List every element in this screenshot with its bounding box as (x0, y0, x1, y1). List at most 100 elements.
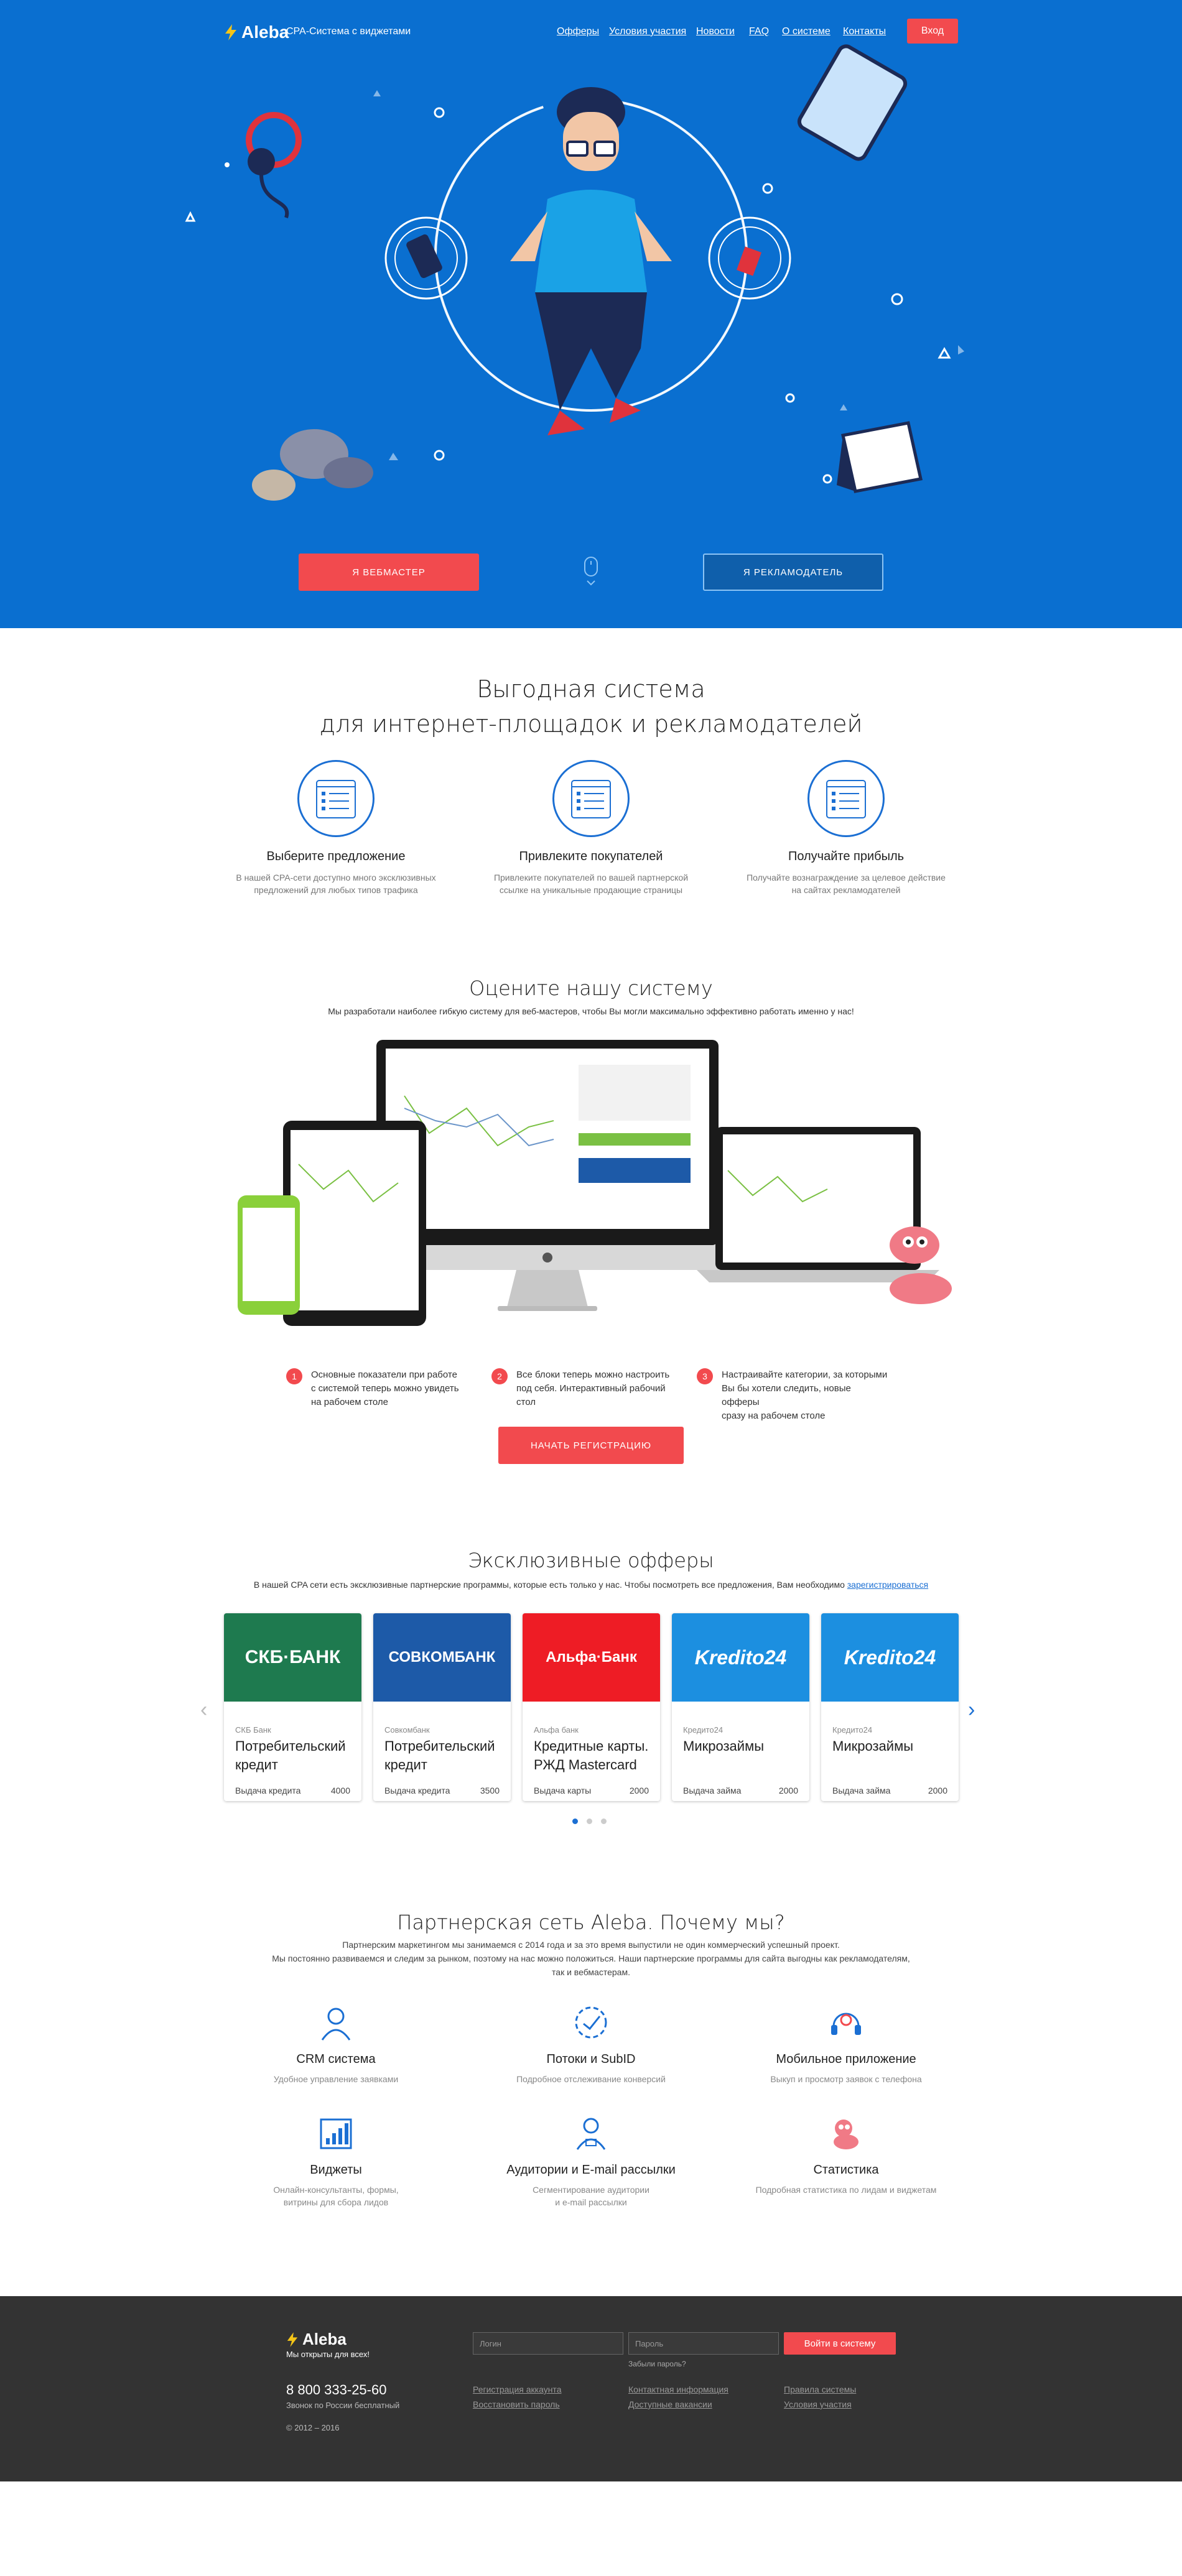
why-item-stats: Статистика Подробная статистика по лидам… (734, 2108, 958, 2196)
offer-bank: Кредито24 (683, 1725, 724, 1735)
logo[interactable]: Aleba (224, 22, 289, 42)
forgot-password-link[interactable]: Забыли пароль? (628, 2360, 686, 2368)
offer-card[interactable]: СКБ·БАНК СКБ Банк Потребительский кредит … (224, 1613, 361, 1801)
offer-banner: Kredito24 (821, 1613, 959, 1702)
offer-payout: Выдача кредита 4000 (235, 1786, 350, 1795)
why-item-desc: Удобное управление заявками (273, 2074, 399, 2084)
offer-name: Микрозаймы (683, 1738, 765, 1754)
nav-link-faq[interactable]: FAQ (749, 26, 769, 37)
offer-name: Микрозаймы (832, 1738, 914, 1754)
step-number: 1 (286, 1368, 302, 1384)
footer-link-terms[interactable]: Условия участия (784, 2399, 852, 2409)
checklist-icon (807, 760, 885, 837)
carousel-next-arrow[interactable]: › (968, 1698, 975, 1722)
benefit-desc: Получайте вознаграждение за целевое дейс… (747, 873, 946, 895)
feature-step-2: 2 Все блоки теперь можно настроить под се… (491, 1368, 684, 1409)
why-item-title: Потоки и SubID (546, 2052, 636, 2066)
nav-link-terms[interactable]: Условия участия (609, 26, 686, 37)
offer-banner: СОВКОМБАНК (373, 1613, 511, 1702)
feature-step-1: 1 Основные показатели при работе с систем… (286, 1368, 479, 1409)
offer-card[interactable]: Kredito24 Кредито24 Микрозаймы Выдача за… (672, 1613, 809, 1801)
footer-login-button[interactable]: Войти в систему (784, 2332, 896, 2355)
offer-payout: Выдача кредита 3500 (384, 1786, 500, 1795)
top-navbar: Aleba CPA-Система с виджетами Офферы Усл… (0, 0, 1182, 62)
nav-link-about[interactable]: О системе (782, 26, 831, 37)
why-item-mobile: Мобильное приложение Выкуп и просмотр за… (734, 1998, 958, 2085)
step-number: 3 (697, 1368, 713, 1384)
step-text: Настраивайте категории, за которыми Вы бы… (722, 1369, 888, 1421)
offer-card[interactable]: СОВКОМБАНК Совкомбанк Потребительский кре… (373, 1613, 511, 1801)
offer-name: Потребительский кредит (384, 1738, 495, 1772)
bolt-icon (287, 2332, 298, 2347)
why-item-title: Аудитории и E-mail рассылки (506, 2163, 676, 2177)
why-item-title: Виджеты (310, 2163, 362, 2177)
offers-title: Эксклюзивные офферы (468, 1549, 714, 1572)
carousel-dot[interactable] (572, 1818, 578, 1824)
footer-link-restore[interactable]: Восстановить пароль (473, 2399, 560, 2409)
why-item-audience: Аудитории и E-mail рассылки Сегментирова… (479, 2108, 703, 2208)
start-registration-button[interactable]: НАЧАТЬ РЕГИСТРАЦИЮ (498, 1427, 684, 1464)
register-link[interactable]: зарегистрироваться (847, 1580, 928, 1590)
step-text: Все блоки теперь можно настроить под себя… (516, 1369, 670, 1407)
tagline: CPA-Система с виджетами (286, 26, 411, 37)
evaluate-subtitle: Мы разработали наиболее гибкую систему д… (328, 1006, 854, 1016)
checklist-icon (552, 760, 630, 837)
headset-icon (831, 2013, 861, 2035)
why-item-title: Статистика (813, 2163, 879, 2177)
footer-link-vacancies[interactable]: Доступные вакансии (628, 2399, 712, 2409)
bolt-icon (225, 24, 236, 40)
nav-link-offers[interactable]: Офферы (557, 26, 599, 37)
flow-icon (575, 2006, 607, 2039)
benefit-title: Привлеките покупателей (519, 850, 663, 863)
carousel-dot[interactable] (601, 1818, 607, 1824)
offer-banner: СКБ·БАНК (224, 1613, 361, 1702)
benefit-desc: В нашей CPA-сети доступно много эксклюзи… (236, 873, 436, 895)
why-title: Партнерская сеть Aleba. Почему мы? (397, 1911, 785, 1934)
carousel-prev-arrow[interactable]: ‹ (200, 1698, 207, 1722)
footer-link-contacts[interactable]: Контактная информация (628, 2384, 728, 2394)
why-item-desc: Подробная статистика по лидам и виджетам (755, 2185, 937, 2195)
footer-phone[interactable]: 8 800 333-25-60 (286, 2382, 386, 2398)
hero-illustration (185, 44, 964, 501)
footer-logo[interactable]: Aleba (286, 2330, 347, 2349)
why-item-crm: CRM система Удобное управление заявками (224, 1998, 448, 2085)
widget-icon (320, 2118, 352, 2149)
footer (0, 2296, 1182, 2481)
offer-bank: СКБ Банк (235, 1725, 271, 1735)
benefit-title: Выберите предложение (266, 850, 406, 863)
benefit-item-offer: Выберите предложение В нашей CPA-сети до… (224, 760, 448, 896)
offers-subtitle: В нашей CPA сети есть эксклюзивные партн… (253, 1580, 929, 1590)
password-input[interactable]: Пароль (628, 2332, 779, 2355)
footer-slogan: Мы открыты для всех! (286, 2350, 370, 2359)
why-item-desc: Онлайн-консультанты, формы, витрины для с… (273, 2185, 399, 2207)
nav-link-news[interactable]: Новости (696, 26, 735, 37)
step-number: 2 (491, 1368, 508, 1384)
offer-banner: Альфа·Банк (523, 1613, 660, 1702)
login-input[interactable]: Логин (473, 2332, 623, 2355)
why-item-desc: Выкуп и просмотр заявок с телефона (770, 2074, 922, 2084)
checklist-icon (297, 760, 375, 837)
devices-mockup-image (238, 1040, 952, 1326)
why-item-widgets: Виджеты Онлайн-консультанты, формы, витри… (224, 2108, 448, 2208)
offer-card[interactable]: Альфа·Банк Альфа банк Кредитные карты. РЖ… (523, 1613, 660, 1801)
why-item-desc: Подробное отслеживание конверсий (516, 2074, 666, 2084)
carousel-dot[interactable] (587, 1818, 592, 1824)
login-button[interactable]: Вход (907, 19, 958, 44)
webmaster-button[interactable]: Я ВЕБМАСТЕР (299, 554, 479, 591)
why-item-desc: Сегментирование аудитории и e-mail рассыл… (533, 2185, 649, 2207)
benefit-title: Получайте прибыль (788, 850, 905, 863)
nav-link-contacts[interactable]: Контакты (843, 26, 886, 37)
offer-bank: Кредито24 (832, 1725, 873, 1735)
mouse-scroll-icon[interactable] (582, 556, 600, 587)
footer-link-register[interactable]: Регистрация аккаунта (473, 2384, 561, 2394)
footer-link-rules[interactable]: Правила системы (784, 2384, 856, 2394)
offer-card[interactable]: Kredito24 Кредито24 Микрозаймы Выдача за… (821, 1613, 959, 1801)
logo-text: Aleba (241, 22, 289, 42)
offer-bank: Альфа банк (534, 1725, 579, 1735)
offer-payout: Выдача займа 2000 (832, 1786, 947, 1795)
why-description: Партнерским маркетингом мы занимаемся с … (272, 1940, 910, 1977)
audience-icon (576, 2118, 606, 2150)
hero-section: Aleba CPA-Система с виджетами Офферы Усл… (0, 0, 1182, 628)
advertiser-button[interactable]: Я РЕКЛАМОДАТЕЛЬ (703, 554, 883, 591)
offer-payout: Выдача карты 2000 (534, 1786, 649, 1795)
